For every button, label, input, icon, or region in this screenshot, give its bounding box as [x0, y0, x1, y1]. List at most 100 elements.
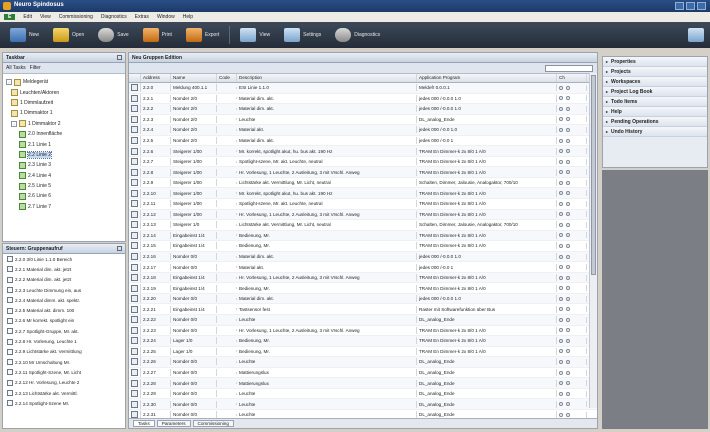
- column-header[interactable]: Description: [237, 74, 417, 82]
- menu-window[interactable]: Window: [157, 14, 175, 20]
- column-header[interactable]: Application Program: [417, 74, 557, 82]
- tab-tasks[interactable]: Tasks: [133, 420, 155, 427]
- list-item[interactable]: 2.2.10 Mr Umschaltung Mr.: [3, 357, 125, 367]
- table-row[interactable]: 2.2.22 Nomder 0/0 Leuchte DL_analog_Ende: [129, 315, 597, 326]
- side-panel-project-log-book[interactable]: ▸ Project Log Book: [603, 87, 707, 97]
- table-row[interactable]: 2.2.30 Nomder 0/0 Leuchte DL_analog_Ende: [129, 399, 597, 410]
- new-button[interactable]: New: [6, 26, 43, 44]
- maximize-button[interactable]: [686, 2, 695, 10]
- close-button[interactable]: [697, 2, 706, 10]
- settings-button[interactable]: Settings: [280, 26, 325, 44]
- help-icon[interactable]: [688, 28, 704, 42]
- tree-item[interactable]: 1 Dimmaktor 1: [5, 108, 123, 118]
- search-input[interactable]: [545, 64, 593, 72]
- side-panel-projects[interactable]: ▸ Projects: [603, 67, 707, 77]
- print-button[interactable]: Print: [139, 26, 176, 44]
- table-row[interactable]: 2.2.7 Steigerer 1/00 Spotlight-szene, Mr. …: [129, 157, 597, 168]
- export-button[interactable]: Export: [182, 26, 223, 44]
- table-row[interactable]: 2.2.8 Steigerer 1/00 Hr. Vorlesung, 1 Leuc…: [129, 167, 597, 178]
- menu-commissioning[interactable]: Commissioning: [59, 14, 93, 20]
- minimize-button[interactable]: [675, 2, 684, 10]
- menu-diagnostics[interactable]: Diagnostics: [101, 14, 127, 20]
- tree-item[interactable]: 2.5 Linie 5: [5, 181, 123, 191]
- table-row[interactable]: 2.2.10 Steigerer 1/00 Mr. korrekt, spotlig…: [129, 188, 597, 200]
- table-row[interactable]: 2.2.23 Nomder 0/0 Hr. Vorlesung, 1 Leuchte…: [129, 325, 597, 337]
- table-row[interactable]: 2.2.19 Eingabeinst 1/4 Bedienung, Mr. TRAM …: [129, 283, 597, 294]
- side-panel-todo-items[interactable]: ▸ Todo Items: [603, 97, 707, 107]
- tree-item[interactable]: 1 Dimmlaufzeit: [5, 98, 123, 108]
- tree-item[interactable]: 2.6 Linie 6: [5, 191, 123, 201]
- side-panel-help[interactable]: ▸ Help: [603, 107, 707, 117]
- list-item[interactable]: 2.2.12 Hr. Vorlesung, Leuchte 2: [3, 378, 125, 388]
- table-row[interactable]: 2.2.6 Steigerer 1/00 Mr. korrekt, spotligh…: [129, 146, 597, 157]
- tree-item[interactable]: 2.0 Innenfläche: [5, 129, 123, 139]
- table-row[interactable]: 2.2.18 Eingabeinst 1/4 Hr. Vorlesung, 1 Le…: [129, 272, 597, 284]
- table-row[interactable]: 2.2.2 Nomder 2/0 Material dim. akt. jedes 0…: [129, 104, 597, 115]
- side-panel-workspaces[interactable]: ▸ Workspaces: [603, 77, 707, 87]
- list-item[interactable]: 2.2.3 Leuchte Dimmung ein, aus: [3, 285, 125, 295]
- table-row[interactable]: 2.2.27 Nomder 0/0 Mattierungslux DL_analog_…: [129, 368, 597, 379]
- diagnostics-button[interactable]: Diagnostics: [331, 26, 384, 44]
- tree-item[interactable]: 2.7 Linie 7: [5, 202, 123, 212]
- list-item[interactable]: 2.2.8 Hr. Vorlesung, Leuchte 1: [3, 336, 125, 346]
- column-header[interactable]: Address: [141, 74, 171, 82]
- column-header[interactable]: [129, 74, 141, 82]
- list-item[interactable]: 2.2.13 Lichtstärke akt. Vermittl.: [3, 388, 125, 398]
- save-button[interactable]: Save: [94, 26, 132, 44]
- view-button[interactable]: View: [236, 26, 274, 44]
- tree-item[interactable]: 2.3 Linie 3: [5, 160, 123, 170]
- tab-commissioning[interactable]: Commissioning: [192, 420, 234, 427]
- expand-toggle-icon[interactable]: -: [11, 120, 17, 127]
- menu-help[interactable]: Help: [183, 14, 193, 20]
- table-row[interactable]: 2.2.5 Nomder 2/0 Material dim. akt. jedes 0…: [129, 136, 597, 147]
- list-item[interactable]: 2.2.1 Material dim. akt. jetzt: [3, 264, 125, 274]
- list-item[interactable]: 2.2.14 Spotlight-Szene Mr.: [3, 398, 125, 408]
- table-row[interactable]: 2.2.29 Nomder 0/0 Leuchte DL_analog_Ende: [129, 389, 597, 400]
- tree-item[interactable]: Leuchten/Aktoren: [5, 87, 123, 97]
- list-item[interactable]: 2.2.0 3/0 Linie 1.1.0 Bereich: [3, 254, 125, 264]
- column-header[interactable]: Code: [217, 74, 237, 82]
- table-row[interactable]: 2.2.3 Nomder 2/0 Leuchte DL_analog_Ende: [129, 114, 597, 126]
- pin-icon[interactable]: [117, 246, 122, 251]
- menu-edit[interactable]: Edit: [23, 14, 32, 20]
- menu-extras[interactable]: Extras: [135, 14, 149, 20]
- table-row[interactable]: 2.2.15 Eingabeinst 1/4 Bedienung, Mr. TRAM …: [129, 241, 597, 252]
- table-row[interactable]: 2.2.16 Nomder 0/0 Material dim. akt. jedes …: [129, 251, 597, 263]
- table-row[interactable]: 2.2.0 Meldung 400.1.1 ESI Linie 1.1.0 Melde…: [129, 83, 597, 94]
- table-row[interactable]: 2.2.12 Steigerer 1/00 Hr. Vorlesung, 1 Leu…: [129, 209, 597, 221]
- side-panel-properties[interactable]: ▸ Properties: [603, 57, 707, 67]
- list-item[interactable]: 2.2.7 Spotlight-Gruppe, Mr. akt.: [3, 326, 125, 336]
- pin-icon[interactable]: [117, 55, 122, 60]
- scrollbar-thumb[interactable]: [591, 75, 596, 275]
- table-row[interactable]: 2.2.28 Nomder 0/0 Mattierungslux DL_analog_…: [129, 378, 597, 389]
- table-row[interactable]: 2.2.13 Steigerer 1/0 Lichtstärke akt. Verm…: [129, 220, 597, 231]
- side-panel-pending-operations[interactable]: ▸ Pending Operations: [603, 117, 707, 127]
- tree-item[interactable]: - Meldegerät: [5, 77, 123, 87]
- table-row[interactable]: 2.2.20 Nomder 0/0 Material dim. akt. jedes …: [129, 293, 597, 305]
- expand-toggle-icon[interactable]: -: [6, 79, 12, 86]
- vertical-scrollbar[interactable]: [589, 73, 597, 408]
- list-item[interactable]: 2.2.11 Spotlight-Szene, Mr. Licht: [3, 367, 125, 377]
- table-row[interactable]: 2.2.11 Steigerer 1/00 Spotlight-szene, Mr.…: [129, 199, 597, 210]
- side-panel-undo-history[interactable]: ▸ Undo History: [603, 127, 707, 137]
- column-header[interactable]: Name: [171, 74, 217, 82]
- all-tasks-button[interactable]: All Tasks: [6, 65, 26, 71]
- column-header[interactable]: Ch: [557, 74, 587, 82]
- open-button[interactable]: Open: [49, 26, 88, 44]
- list-item[interactable]: 2.2.4 Material dimm. akt. spektr.: [3, 295, 125, 305]
- table-row[interactable]: 2.2.26 Nomder 0/0 Leuchte DL_analog_Ende: [129, 357, 597, 368]
- table-row[interactable]: 2.2.4 Nomder 2/0 Material akt. jedes 000 /-…: [129, 125, 597, 136]
- list-item[interactable]: 2.2.6 Mr korrekt. spotlight ein: [3, 316, 125, 326]
- tab-parameters[interactable]: Parameters: [156, 420, 191, 427]
- list-item[interactable]: 2.2.9 Lichtstärke akt. Vermittlung: [3, 347, 125, 357]
- table-row[interactable]: 2.2.1 Nomder 2/0 Material dim. akt. jedes 0…: [129, 93, 597, 105]
- filter-button[interactable]: Filter: [30, 65, 41, 71]
- menu-view[interactable]: View: [40, 14, 51, 20]
- table-row[interactable]: 2.2.25 Lager 1/0 Bedienung, Mr. TRAM En Dim…: [129, 346, 597, 358]
- tree-item[interactable]: 2.1 Linie 1: [5, 139, 123, 149]
- tree-item[interactable]: 2.2 Linie 2: [5, 150, 123, 160]
- tree-item[interactable]: 2.4 Linie 4: [5, 171, 123, 181]
- list-item[interactable]: 2.2.5 Material akt. dimm. 100: [3, 305, 125, 315]
- tree-item[interactable]: - 1 Dimmaktor 2: [5, 119, 123, 129]
- app-menu-icon[interactable]: E: [4, 14, 16, 20]
